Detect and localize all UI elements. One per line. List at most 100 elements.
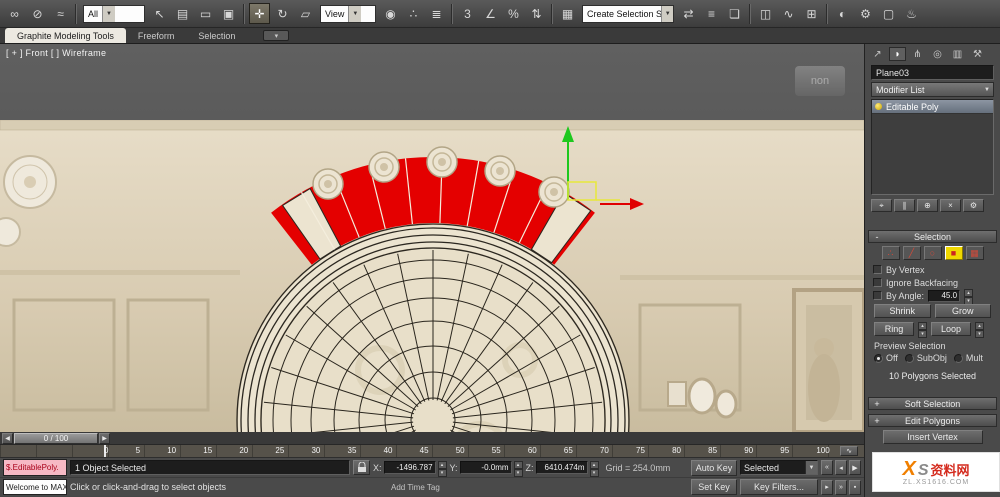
selection-rollout-header[interactable]: - Selection (868, 230, 997, 243)
spinner-up-icon[interactable]: ▴ (437, 461, 447, 469)
go-to-end-button[interactable]: » (835, 479, 847, 495)
named-selection-sets-icon[interactable]: ▦ (557, 3, 578, 24)
by-angle-checkbox[interactable] (873, 291, 882, 300)
angle-snap-icon[interactable]: ∠ (480, 3, 501, 24)
configure-modifier-sets-icon[interactable]: ⚙ (963, 199, 984, 212)
display-tab-icon[interactable]: ▥ (949, 47, 966, 61)
expand-icon[interactable]: + (873, 399, 881, 409)
polygon-subobject-icon[interactable]: ■ (944, 246, 963, 260)
create-tab-icon[interactable]: ↗ (869, 47, 886, 61)
edit-polygons-rollout-header[interactable]: + Edit Polygons (868, 414, 997, 427)
spinner-up-icon[interactable]: ▴ (513, 461, 523, 469)
insert-vertex-button[interactable]: Insert Vertex (882, 430, 983, 444)
radio-dot[interactable] (904, 353, 914, 363)
go-to-start-button[interactable]: « (821, 460, 833, 475)
by-angle-field[interactable]: 45.0 (928, 289, 961, 302)
ignore-backfacing-checkbox[interactable] (873, 278, 882, 287)
vertex-subobject-icon[interactable]: ∴ (881, 246, 900, 260)
rectangular-selection-region-icon[interactable]: ▭ (195, 3, 216, 24)
chevron-down-icon[interactable]: ▼ (348, 5, 362, 22)
select-and-manipulate-icon[interactable]: ∴ (403, 3, 424, 24)
time-slider-left-arrow[interactable]: ◀ (2, 432, 13, 444)
tab-graphite-modeling-tools[interactable]: Graphite Modeling Tools (5, 28, 126, 43)
radio-dot[interactable] (874, 353, 883, 363)
motion-tab-icon[interactable]: ◎ (929, 47, 946, 61)
x-field[interactable]: -1496.787 (383, 461, 436, 474)
soft-selection-rollout-header[interactable]: + Soft Selection (868, 397, 997, 410)
y-field[interactable]: -0.0mm (459, 461, 512, 474)
shrink-button[interactable]: Shrink (874, 304, 931, 318)
tab-freeform[interactable]: Freeform (126, 28, 187, 43)
chevron-down-icon[interactable]: ▼ (661, 5, 673, 22)
spinner-down-icon[interactable]: ▾ (589, 469, 599, 477)
keyboard-override-icon[interactable]: ≣ (426, 3, 447, 24)
object-name-field[interactable]: Plane03 (871, 65, 994, 80)
add-time-tag[interactable]: Add Time Tag (391, 483, 440, 492)
mirror-icon[interactable]: ⇄ (678, 3, 699, 24)
ribbon-minimize-button[interactable]: ▾ (263, 30, 290, 41)
align-icon[interactable]: ≡ (701, 3, 722, 24)
x-spinner[interactable]: ▴ ▾ (437, 461, 447, 477)
show-end-result-icon[interactable]: ∥ (894, 199, 915, 212)
track-bar[interactable]: 0 5 10 15 20 25 30 35 40 45 50 55 60 65 70 75 80 85 90 95 10… (0, 445, 864, 458)
by-angle-spinner[interactable]: ▴ ▾ (964, 289, 974, 305)
spinner-down-icon[interactable]: ▾ (437, 469, 447, 477)
render-production-icon[interactable]: ♨ (901, 3, 922, 24)
spinner-up-icon[interactable]: ▴ (918, 322, 927, 330)
spinner-down-icon[interactable]: ▾ (513, 469, 523, 477)
spinner-up-icon[interactable]: ▴ (589, 461, 599, 469)
rendered-frame-icon[interactable]: ▢ (878, 3, 899, 24)
snap-toggle-3d-icon[interactable]: 3 (457, 3, 478, 24)
pin-stack-icon[interactable]: ⌖ (871, 199, 892, 212)
edge-subobject-icon[interactable]: ╱ (902, 246, 921, 260)
select-and-link-icon[interactable]: ∞ (4, 3, 25, 24)
hierarchy-tab-icon[interactable]: ⋔ (909, 47, 926, 61)
time-slider-handle[interactable]: 0 / 100 (14, 432, 98, 444)
select-by-name-icon[interactable]: ▤ (172, 3, 193, 24)
named-selection-set-dropdown[interactable]: Create Selection Se ▼ (582, 4, 674, 23)
time-slider-right-arrow[interactable]: ▶ (99, 432, 110, 444)
auto-key-button[interactable]: Auto Key (691, 459, 737, 476)
bind-to-space-warp-icon[interactable]: ≈ (50, 3, 71, 24)
render-setup-icon[interactable]: ⚙ (855, 3, 876, 24)
modify-tab-icon[interactable]: ◗ (889, 47, 906, 61)
by-vertex-checkbox[interactable] (873, 265, 882, 274)
material-editor-icon[interactable]: ◐ (832, 3, 853, 24)
set-key-button[interactable]: Set Key (691, 479, 737, 495)
z-spinner[interactable]: ▴ ▾ (589, 461, 599, 477)
viewport-front[interactable]: [ + ] Front [ ] Wireframe non (0, 44, 864, 432)
spinner-down-icon[interactable]: ▾ (975, 330, 984, 338)
select-and-move-icon[interactable]: ✛ (249, 3, 270, 24)
selection-filter-dropdown[interactable]: All ▼ (83, 4, 145, 23)
select-and-scale-icon[interactable]: ▱ (295, 3, 316, 24)
maxscript-listener-line1[interactable]: $.EditablePoly. (3, 459, 67, 476)
selection-set-key-dropdown[interactable]: Selected ▼ (740, 460, 818, 475)
modifier-bulb-icon[interactable] (875, 103, 882, 110)
tab-selection[interactable]: Selection (186, 28, 247, 43)
graphite-ribbon-toggle-icon[interactable]: ◫ (755, 3, 776, 24)
preview-off-radio[interactable]: Off (874, 353, 898, 363)
loop-button[interactable]: Loop (931, 322, 971, 336)
chevron-down-icon[interactable]: ▼ (102, 5, 116, 22)
select-and-rotate-icon[interactable]: ↻ (272, 3, 293, 24)
play-button[interactable]: ▶ (849, 460, 861, 475)
modifier-stack-item[interactable]: Editable Poly (872, 100, 993, 114)
chevron-down-icon[interactable]: ▼ (805, 461, 817, 474)
unlink-selection-icon[interactable]: ⊘ (27, 3, 48, 24)
make-unique-icon[interactable]: ⊕ (917, 199, 938, 212)
next-frame-button[interactable]: ▸ (821, 479, 833, 495)
modifier-list-dropdown[interactable]: Modifier List ▼ (871, 82, 994, 97)
maxscript-listener-line2[interactable]: Welcome to MAX (3, 479, 67, 495)
preview-multi-radio[interactable]: Mult (953, 353, 983, 363)
utilities-tab-icon[interactable]: ⚒ (969, 47, 986, 61)
spinner-down-icon[interactable]: ▾ (918, 330, 927, 338)
select-object-icon[interactable]: ↖ (149, 3, 170, 24)
modifier-stack[interactable]: Editable Poly (871, 99, 994, 195)
schematic-view-icon[interactable]: ⊞ (801, 3, 822, 24)
viewport-label[interactable]: [ + ] Front [ ] Wireframe (6, 48, 106, 58)
ring-spinner[interactable]: ▴ ▾ (918, 322, 927, 338)
percent-snap-icon[interactable]: % (503, 3, 524, 24)
window-crossing-toggle-icon[interactable]: ▣ (218, 3, 239, 24)
layer-manager-icon[interactable]: ❏ (724, 3, 745, 24)
z-field[interactable]: 6410.474m (535, 461, 588, 474)
